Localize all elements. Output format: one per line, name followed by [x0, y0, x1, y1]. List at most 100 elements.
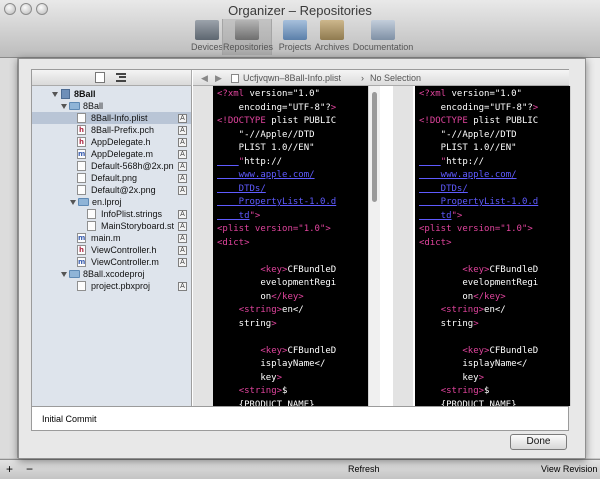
tree-file[interactable]: Default.png A: [32, 172, 191, 184]
commit-message: Initial Commit: [31, 407, 569, 431]
organizer-window: Organizer – Repositories Devices Reposit…: [0, 0, 600, 479]
compare-panel: 8Ball 8Ball 8Ball-Info.plist A h 8Ball-P…: [31, 69, 571, 407]
tree-file[interactable]: project.pbxproj A: [32, 280, 191, 292]
toolbar-archives-label: Archives: [314, 42, 350, 52]
folder-icon: [69, 102, 80, 110]
tree-file[interactable]: m main.m A: [32, 232, 191, 244]
code-line: {PRODUCT_NAME}: [419, 399, 517, 407]
strings-file-icon: [87, 209, 96, 219]
code-line: DTDs/: [419, 183, 468, 194]
background-sidebar: [0, 58, 18, 458]
code-line: isplayName</: [217, 359, 326, 369]
scroll-thumb[interactable]: [372, 92, 377, 202]
bottom-bar: + − Refresh View Revision: [0, 459, 600, 479]
code-line: td">: [419, 210, 463, 221]
added-badge: A: [178, 174, 187, 183]
tree-file[interactable]: h ViewController.h A: [32, 244, 191, 256]
code-line: www.apple.com/: [419, 170, 517, 180]
jump-bar-separator: ›: [361, 73, 364, 83]
tree-root[interactable]: 8Ball: [32, 88, 191, 100]
code-line: PropertyList-1.0.d: [217, 197, 337, 207]
code-line: "http://: [440, 156, 485, 167]
code-line: <key>CFBundleD: [462, 345, 539, 356]
code-line: <key>CFBundleD: [260, 345, 337, 356]
added-badge: A: [178, 246, 187, 255]
code-line: <dict>: [217, 237, 250, 248]
toolbar-documentation[interactable]: Documentation: [352, 20, 414, 52]
added-badge: A: [178, 186, 187, 195]
code-line: "-//Apple//DTD: [217, 129, 315, 140]
tree-file[interactable]: Default-568h@2x.pn A: [32, 160, 191, 172]
code-line: <key>CFBundleD: [260, 264, 337, 275]
code-line: <string>$: [238, 386, 288, 396]
added-badge: A: [178, 162, 187, 171]
source-file-icon: m: [77, 233, 86, 243]
added-badge: A: [178, 210, 187, 219]
refresh-button[interactable]: Refresh: [348, 464, 380, 474]
tree-file[interactable]: InfoPlist.strings A: [32, 208, 191, 220]
code-line: DTDs/: [217, 183, 266, 194]
left-code-pane[interactable]: <?xml version="1.0" encoding="UTF-8"?> <!…: [213, 86, 368, 406]
devices-icon: [195, 20, 219, 40]
added-badge: A: [178, 258, 187, 267]
file-navigator: 8Ball 8Ball 8Ball-Info.plist A h 8Ball-P…: [32, 86, 192, 406]
left-scrollbar[interactable]: [368, 86, 380, 406]
forward-arrow-icon[interactable]: ▶: [215, 70, 222, 86]
code-line: www.apple.com/: [217, 170, 315, 180]
code-line: encoding="UTF-8"?>: [217, 102, 337, 113]
header-file-icon: h: [77, 125, 86, 135]
toolbar-archives[interactable]: Archives: [307, 20, 357, 52]
code-line: evelopmentRegi: [419, 278, 539, 288]
compare-sheet: 8Ball 8Ball 8Ball-Info.plist A h 8Ball-P…: [18, 58, 586, 459]
back-arrow-icon[interactable]: ◀: [201, 70, 208, 86]
header-file-icon: h: [77, 245, 86, 255]
jump-bar-file[interactable]: Ucfjvqwn–8Ball-Info.plist: [243, 70, 341, 86]
toolbar-repositories-label: Repositories: [223, 42, 274, 52]
tree-folder[interactable]: 8Ball: [32, 100, 191, 112]
code-line: string>: [419, 318, 479, 329]
folder-icon: [78, 198, 89, 206]
code-line: {PRODUCT_NAME}: [217, 399, 315, 407]
archives-icon: [320, 20, 344, 40]
code-line: PLIST 1.0//EN": [419, 143, 517, 153]
tree-file[interactable]: h 8Ball-Prefix.pch A: [32, 124, 191, 136]
source-file-icon: m: [77, 257, 86, 267]
source-file-icon: m: [77, 149, 86, 159]
code-line: string>: [217, 318, 277, 329]
right-gutter: [393, 86, 413, 406]
add-button[interactable]: +: [6, 462, 13, 476]
code-line: "http://: [238, 156, 283, 167]
code-line: encoding="UTF-8"?>: [419, 102, 539, 113]
added-badge: A: [178, 222, 187, 231]
code-line: <string>en</: [238, 305, 304, 315]
toolbar-documentation-label: Documentation: [352, 42, 414, 52]
view-revision-button[interactable]: View Revision: [541, 464, 597, 474]
added-badge: A: [178, 114, 187, 123]
toolbar-repositories[interactable]: Repositories: [222, 19, 274, 55]
tree-file[interactable]: m ViewController.m A: [32, 256, 191, 268]
code-line: PropertyList-1.0.d: [419, 197, 539, 207]
jump-bar-selection[interactable]: No Selection: [370, 70, 421, 86]
repositories-icon: [235, 20, 259, 40]
added-badge: A: [178, 234, 187, 243]
navigator-header: [32, 70, 192, 86]
code-line: evelopmentRegi: [217, 278, 337, 288]
image-file-icon: [77, 161, 86, 171]
header-file-icon: h: [77, 137, 86, 147]
remove-button[interactable]: −: [26, 462, 33, 476]
tree-file[interactable]: Default@2x.png A: [32, 184, 191, 196]
tree-folder[interactable]: en.lproj: [32, 196, 191, 208]
tree-file[interactable]: MainStoryboard.st A: [32, 220, 191, 232]
file-navigator-icon[interactable]: [95, 72, 105, 83]
done-button[interactable]: Done: [510, 434, 567, 450]
tree-file[interactable]: h AppDelegate.h A: [32, 136, 191, 148]
right-code-pane[interactable]: <?xml version="1.0" encoding="UTF-8"?> <!…: [415, 86, 570, 406]
added-badge: A: [178, 282, 187, 291]
tree-folder[interactable]: 8Ball.xcodeproj: [32, 268, 191, 280]
tree-file[interactable]: m AppDelegate.m A: [32, 148, 191, 160]
code-line: <!DOCTYPE plist PUBLIC: [419, 116, 539, 126]
added-badge: A: [178, 150, 187, 159]
tree-file-selected[interactable]: 8Ball-Info.plist A: [32, 112, 191, 124]
code-line: <key>CFBundleD: [462, 264, 539, 275]
toolbar-devices-label: Devices: [190, 42, 223, 52]
